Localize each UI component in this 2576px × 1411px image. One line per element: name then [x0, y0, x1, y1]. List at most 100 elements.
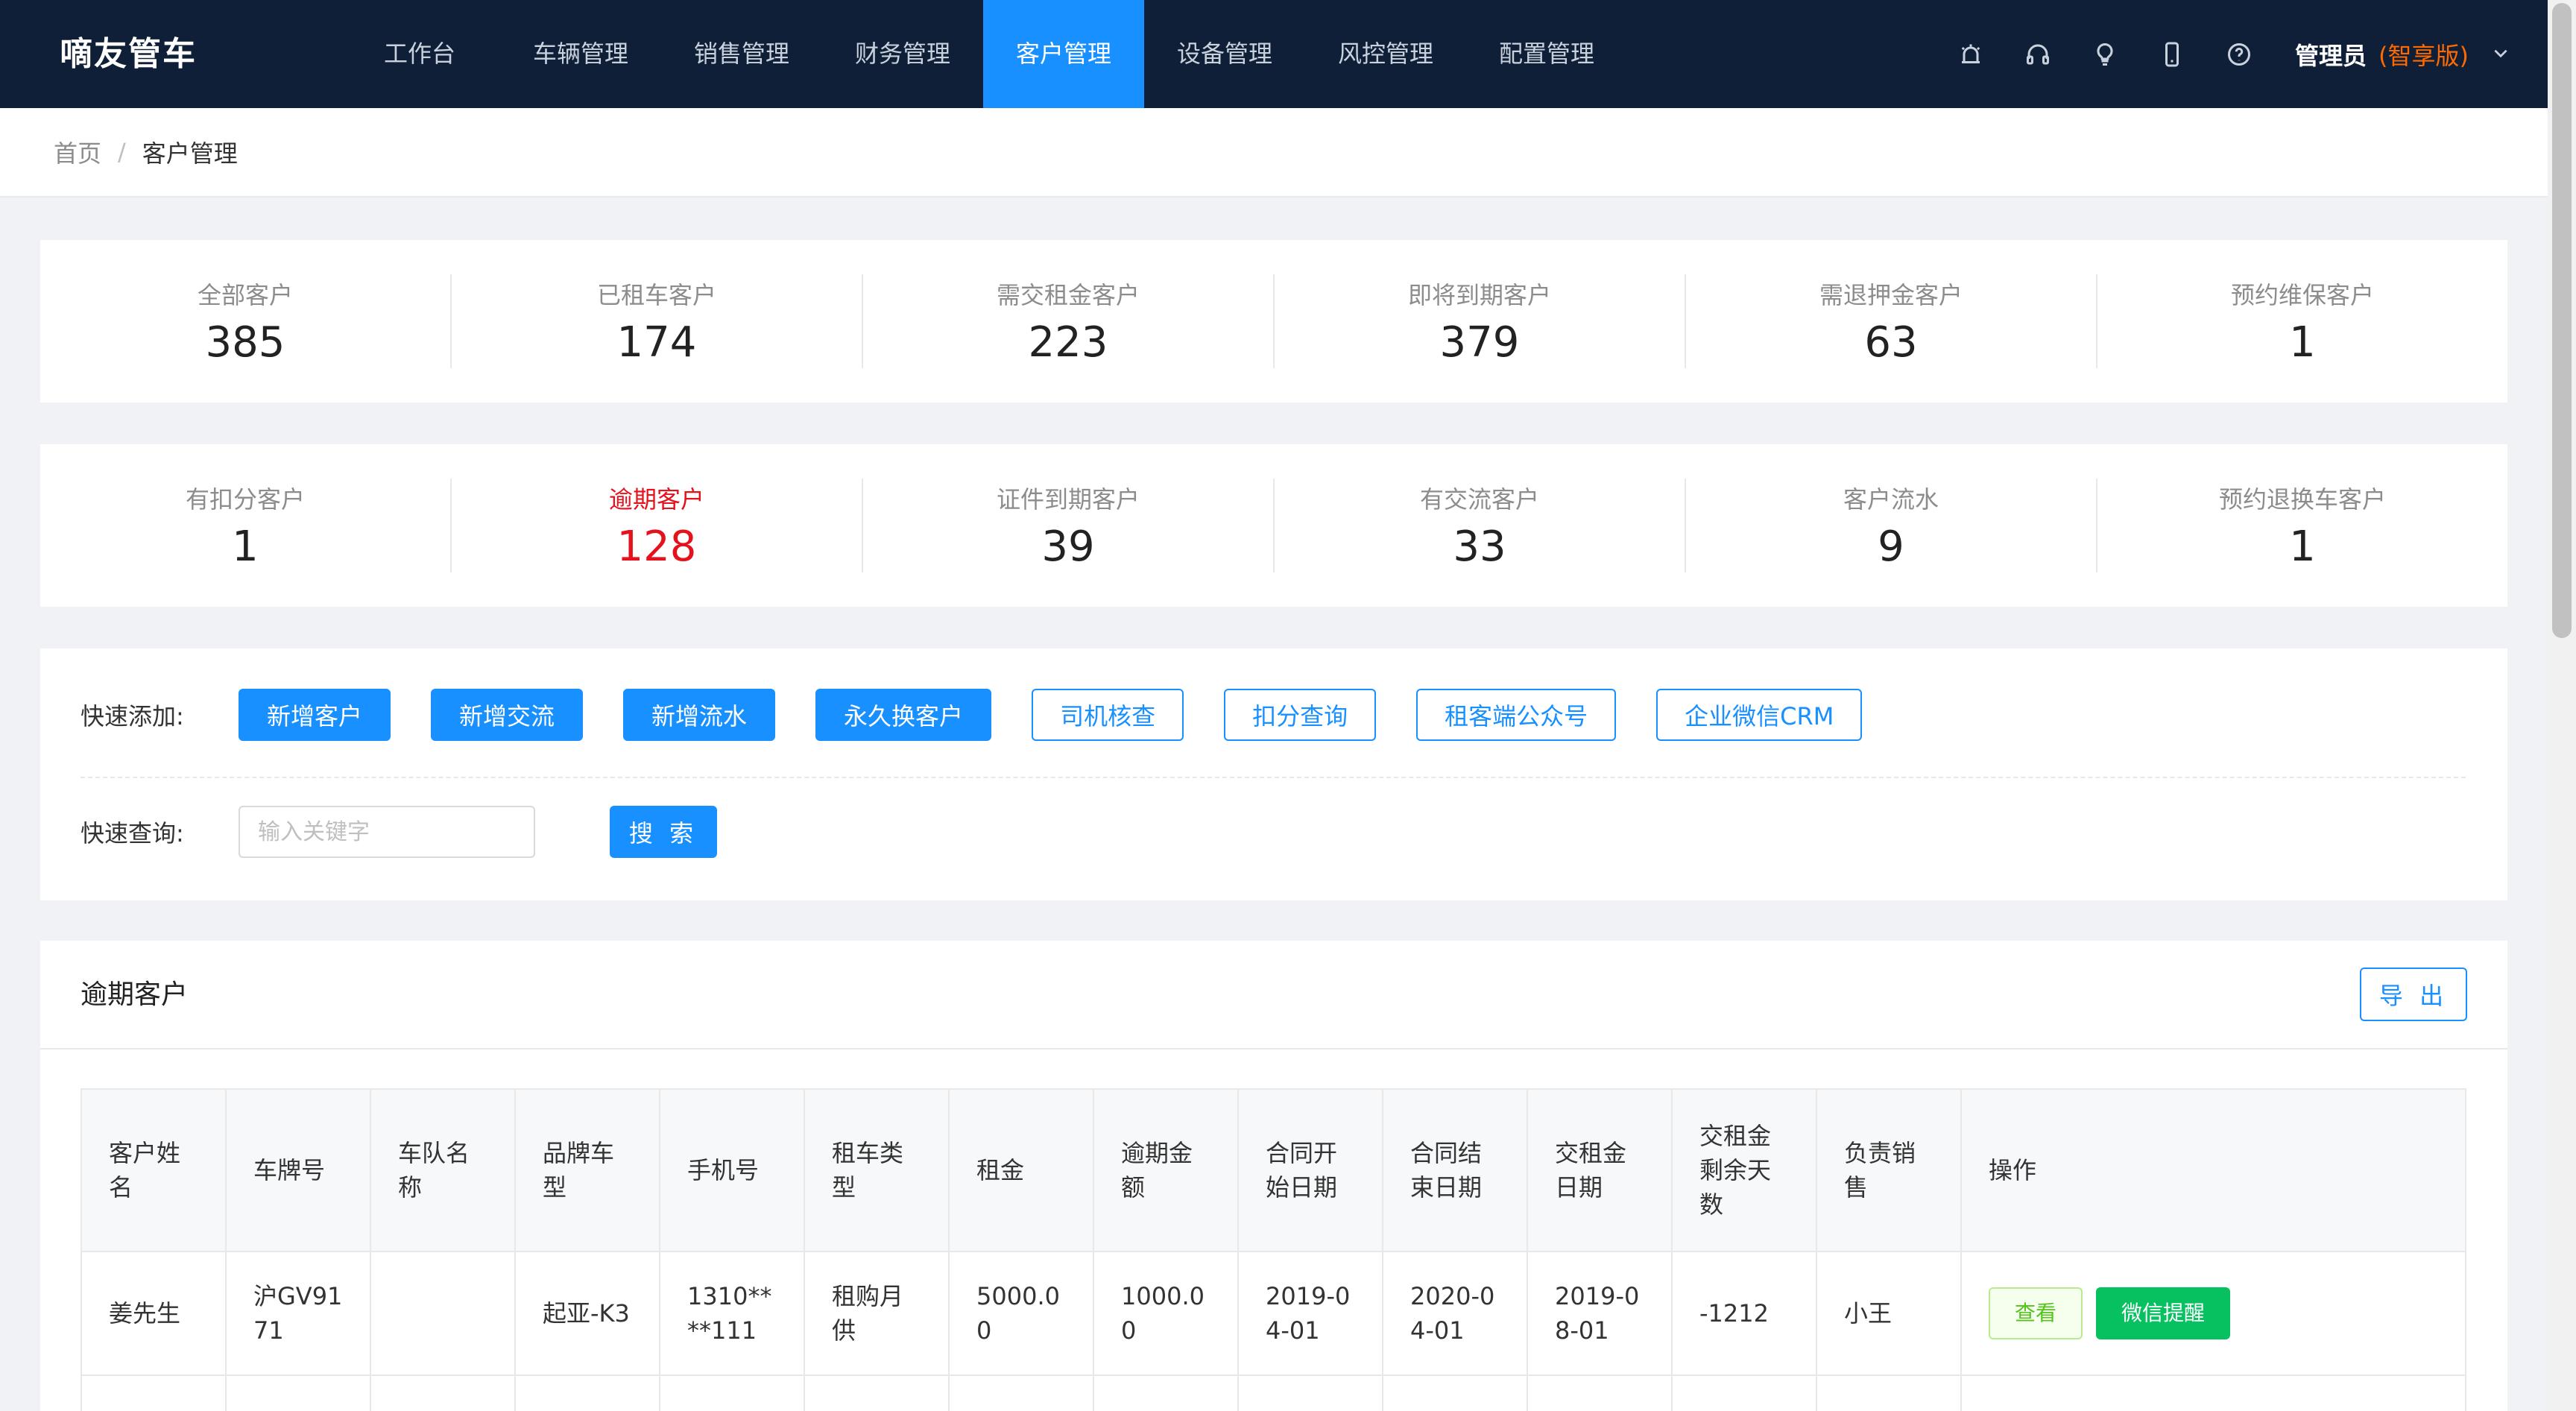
quick-search-label: 快速查询: [80, 819, 184, 847]
cell-brand-model: 起亚-K3 [516, 1252, 660, 1374]
stat-label: 即将到期客户 [1407, 280, 1551, 309]
breadcrumb-home[interactable]: 首页 [54, 135, 101, 169]
column-header[interactable]: 合同开始日期 [1239, 1090, 1383, 1251]
alarm-icon[interactable] [1937, 0, 2004, 108]
nav-item-config[interactable]: 配置管理 [1466, 0, 1627, 108]
nav-item-customers[interactable]: 客户管理 [983, 0, 1144, 108]
stat-deposit-refund-customers[interactable]: 需退押金客户 63 [1686, 274, 2097, 368]
nav-item-finance[interactable]: 财务管理 [822, 0, 983, 108]
lightbulb-icon[interactable] [2071, 0, 2138, 108]
stat-document-expiring-customers[interactable]: 证件到期客户 39 [863, 479, 1275, 572]
driver-check-button[interactable]: 司机核查 [1032, 689, 1184, 741]
cell-plate-number: 沪GV9171 [227, 1252, 371, 1374]
stat-label: 有交流客户 [1419, 484, 1539, 514]
quick-panel: 快速添加: 新增客户 新增交流 新增流水 永久换客户 司机核查 扣分查询 租客端… [40, 648, 2507, 900]
stat-label: 预约维保客户 [2230, 280, 2374, 309]
stat-customer-transactions[interactable]: 客户流水 9 [1686, 479, 2097, 572]
search-button[interactable]: 搜 索 [610, 806, 717, 858]
column-header[interactable]: 车队名称 [371, 1090, 516, 1251]
add-communication-button[interactable]: 新增交流 [431, 689, 584, 741]
breadcrumb: 首页 / 客户管理 [0, 108, 2548, 198]
column-header[interactable]: 负责销售 [1817, 1090, 1962, 1251]
headset-icon[interactable] [2004, 0, 2071, 108]
stat-expiring-customers[interactable]: 即将到期客户 379 [1275, 274, 1686, 368]
column-header: 操作 [1989, 1156, 2037, 1184]
quick-search-row: 快速查询: 搜 索 [80, 806, 757, 858]
deduction-query-button[interactable]: 扣分查询 [1224, 689, 1377, 741]
stat-label: 预约退换车客户 [2218, 484, 2386, 514]
table-cell [1528, 1376, 1673, 1411]
stat-all-customers[interactable]: 全部客户 385 [40, 274, 452, 368]
export-button[interactable]: 导 出 [2360, 968, 2467, 1021]
stat-label: 客户流水 [1843, 484, 1939, 514]
stat-label: 需退押金客户 [1819, 280, 1963, 309]
stat-value: 385 [205, 318, 285, 367]
cell-contract-end: 2020-04-01 [1383, 1252, 1528, 1374]
table-row[interactable] [82, 1376, 2465, 1411]
cell-days-remaining: -1212 [1673, 1252, 1817, 1374]
add-customer-button[interactable]: 新增客户 [239, 689, 391, 741]
column-header[interactable]: 品牌车型 [516, 1090, 660, 1251]
column-header[interactable]: 交租金剩余天数 [1673, 1090, 1817, 1251]
overdue-table: 客户姓名 车牌号 车队名称 品牌车型 手机号 租车类型 租金 逾期金额 合同开始… [80, 1088, 2466, 1411]
cell-fleet-name [371, 1252, 516, 1374]
column-header[interactable]: 合同结束日期 [1383, 1090, 1528, 1251]
stat-renting-customers[interactable]: 已租车客户 174 [452, 274, 863, 368]
stat-rent-due-customers[interactable]: 需交租金客户 223 [863, 274, 1275, 368]
table-cell [950, 1376, 1094, 1411]
search-input[interactable] [239, 806, 535, 858]
table-cell [1673, 1376, 1817, 1411]
nav-item-vehicles[interactable]: 车辆管理 [500, 0, 661, 108]
column-header[interactable]: 车牌号 [227, 1090, 371, 1251]
overdue-section-title: 逾期客户 [80, 979, 189, 1010]
add-transaction-button[interactable]: 新增流水 [623, 689, 776, 741]
column-header[interactable]: 手机号 [660, 1090, 805, 1251]
stat-value: 1 [2289, 318, 2316, 367]
column-header[interactable]: 客户姓名 [82, 1090, 227, 1251]
app-logo[interactable]: 嘀友管车 [60, 0, 197, 108]
stat-value: 1 [2289, 522, 2316, 571]
stat-deduction-customers[interactable]: 有扣分客户 1 [40, 479, 452, 572]
stat-communication-customers[interactable]: 有交流客户 33 [1275, 479, 1686, 572]
table-cell [227, 1376, 371, 1411]
nav-item-risk[interactable]: 风控管理 [1305, 0, 1466, 108]
table-cell [1094, 1376, 1239, 1411]
wechat-reminder-button[interactable]: 微信提醒 [2096, 1287, 2230, 1339]
user-menu[interactable]: 管理员 (智享版) [2295, 37, 2510, 72]
column-header[interactable]: 逾期金额 [1094, 1090, 1239, 1251]
column-header[interactable]: 租车类型 [805, 1090, 950, 1251]
cell-contract-start: 2019-04-01 [1239, 1252, 1383, 1374]
table-cell [1962, 1376, 2465, 1411]
cell-sales-owner: 小王 [1817, 1252, 1962, 1374]
stats-row-1: 全部客户 385 已租车客户 174 需交租金客户 223 即将到期客户 379… [40, 240, 2507, 403]
table-row[interactable]: 姜先生 沪GV9171 起亚-K3 1310****111 租购月供 5000.… [82, 1252, 2465, 1376]
mobile-icon[interactable] [2138, 0, 2206, 108]
stat-return-exchange-customers[interactable]: 预约退换车客户 1 [2097, 479, 2507, 572]
permanent-swap-customer-button[interactable]: 永久换客户 [815, 689, 992, 741]
wecom-crm-button[interactable]: 企业微信CRM [1656, 689, 1863, 741]
table-cell [82, 1376, 227, 1411]
stat-label: 有扣分客户 [185, 484, 305, 514]
chevron-down-icon[interactable] [2469, 40, 2510, 69]
tenant-official-account-button[interactable]: 租客端公众号 [1416, 689, 1617, 741]
breadcrumb-current: 客户管理 [142, 139, 238, 168]
page-scrollbar[interactable] [2548, 0, 2576, 1411]
quick-add-row: 快速添加: 新增客户 新增交流 新增流水 永久换客户 司机核查 扣分查询 租客端… [80, 689, 1902, 741]
stat-value: 128 [616, 522, 697, 571]
nav-item-workbench[interactable]: 工作台 [339, 0, 500, 108]
scrollbar-thumb[interactable] [2552, 3, 2572, 638]
nav-item-sales[interactable]: 销售管理 [661, 0, 822, 108]
help-icon[interactable] [2206, 0, 2273, 108]
nav-item-devices[interactable]: 设备管理 [1144, 0, 1305, 108]
table-cell [1239, 1376, 1383, 1411]
table-header-row: 客户姓名 车牌号 车队名称 品牌车型 手机号 租车类型 租金 逾期金额 合同开始… [82, 1090, 2465, 1252]
cell-rent-date: 2019-08-01 [1528, 1252, 1673, 1374]
stat-overdue-customers[interactable]: 逾期客户 128 [452, 479, 863, 572]
cell-rent: 5000.00 [950, 1252, 1094, 1374]
view-button[interactable]: 查看 [1989, 1287, 2083, 1339]
stat-maintenance-customers[interactable]: 预约维保客户 1 [2097, 274, 2507, 368]
stat-label: 需交租金客户 [996, 280, 1140, 309]
column-header[interactable]: 交租金日期 [1528, 1090, 1673, 1251]
cell-overdue-amount: 1000.00 [1094, 1252, 1239, 1374]
column-header[interactable]: 租金 [950, 1090, 1094, 1251]
